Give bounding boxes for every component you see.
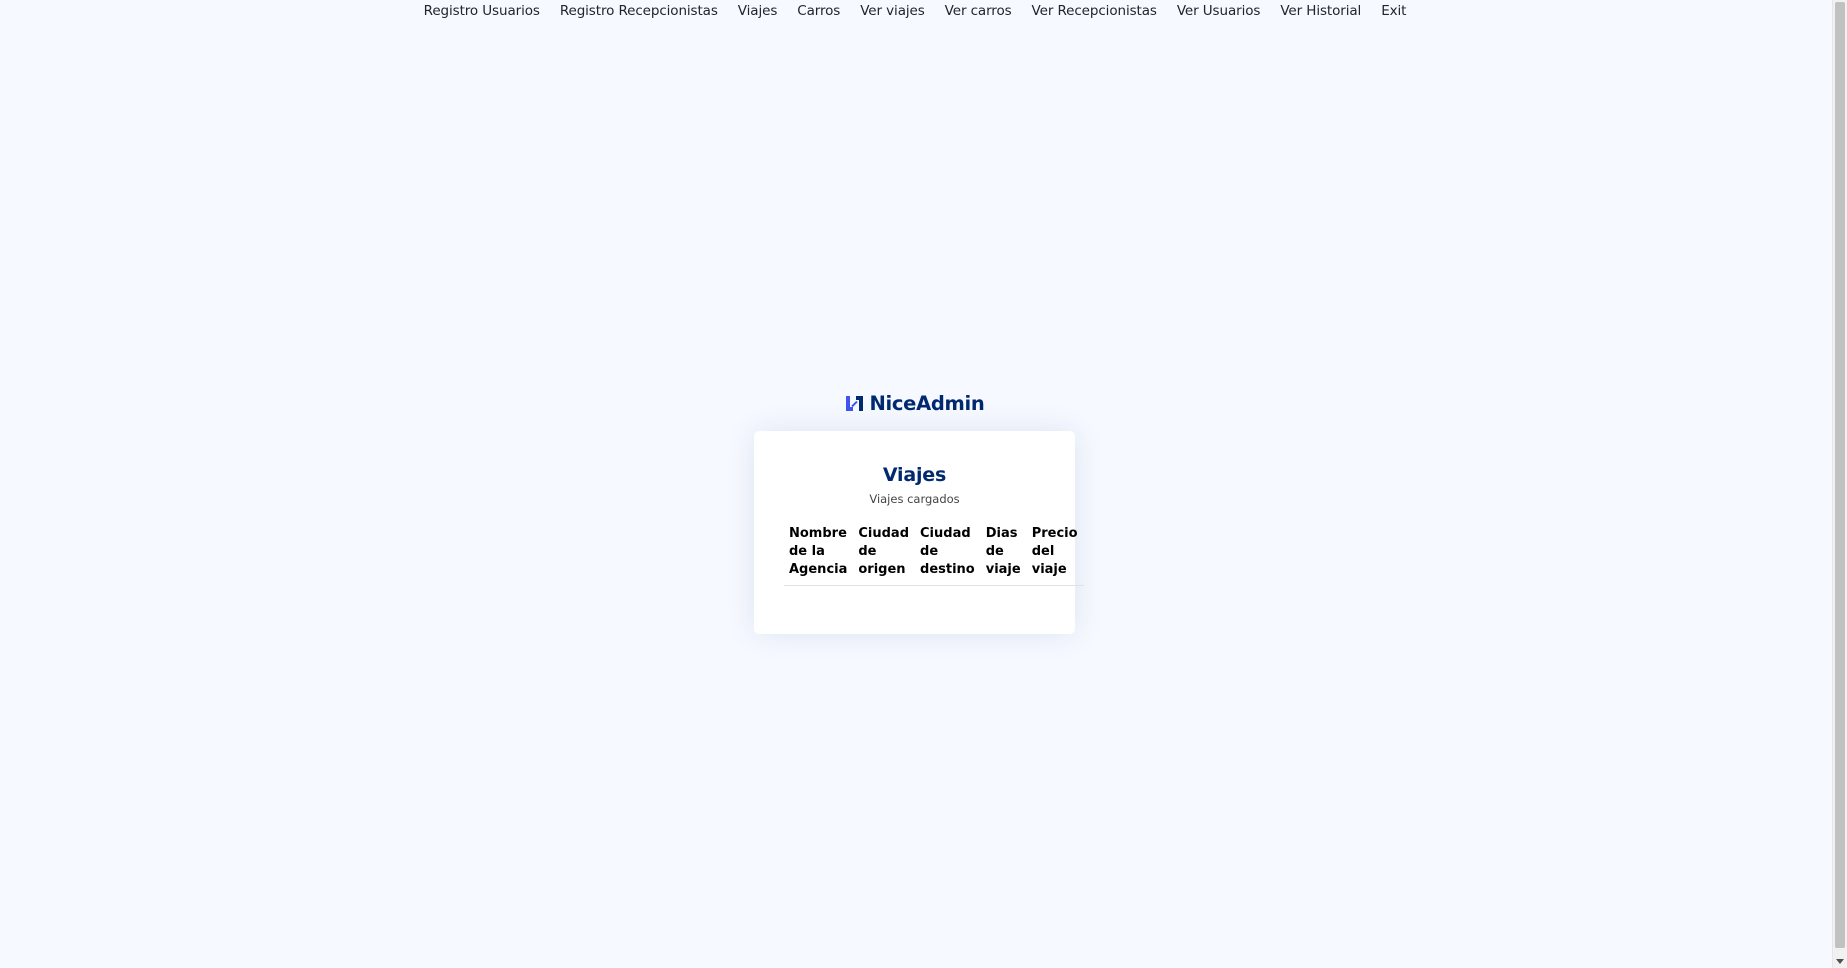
scroll-down-arrow-icon[interactable] [1836, 959, 1844, 964]
column-header-destino: Ciudad de destino [915, 525, 981, 586]
nav-link-ver-carros[interactable]: Ver carros [945, 3, 1012, 19]
column-header-precio: Precio del viaje [1026, 525, 1084, 586]
nav-link-ver-viajes[interactable]: Ver viajes [860, 3, 925, 19]
card-title: Viajes [882, 464, 947, 486]
niceadmin-logo-icon [845, 394, 864, 413]
logo-text: NiceAdmin [869, 392, 985, 415]
nav-link-ver-historial[interactable]: Ver Historial [1280, 3, 1361, 19]
nav-link-registro-recepcionistas[interactable]: Registro Recepcionistas [560, 3, 718, 19]
card-subtitle: Viajes cargados [869, 492, 960, 506]
scrollbar-thumb[interactable] [1835, 2, 1845, 948]
viajes-table: Nombre de la Agencia Ciudad de origen Ci… [784, 525, 1084, 586]
nav-link-viajes[interactable]: Viajes [738, 3, 778, 19]
nav-list: Registro Usuarios Registro Recepcionista… [424, 0, 1407, 22]
nav-link-exit[interactable]: Exit [1381, 3, 1406, 19]
nav-link-ver-usuarios[interactable]: Ver Usuarios [1177, 3, 1261, 19]
top-navigation: Registro Usuarios Registro Recepcionista… [0, 0, 1832, 22]
logo[interactable]: NiceAdmin [0, 392, 1831, 415]
vertical-scrollbar[interactable] [1832, 0, 1847, 968]
viajes-card: Viajes Viajes cargados Nombre de la Agen… [754, 431, 1084, 634]
nav-link-ver-recepcionistas[interactable]: Ver Recepcionistas [1032, 3, 1157, 19]
nav-link-registro-usuarios[interactable]: Registro Usuarios [424, 3, 540, 19]
page: Registro Usuarios Registro Recepcionista… [0, 0, 1832, 968]
nav-link-carros[interactable]: Carros [797, 3, 840, 19]
column-header-origen: Ciudad de origen [853, 525, 916, 586]
table-header-row: Nombre de la Agencia Ciudad de origen Ci… [784, 525, 1084, 586]
column-header-dias: Dias de viaje [980, 525, 1027, 586]
column-header-agencia: Nombre de la Agencia [784, 525, 854, 586]
